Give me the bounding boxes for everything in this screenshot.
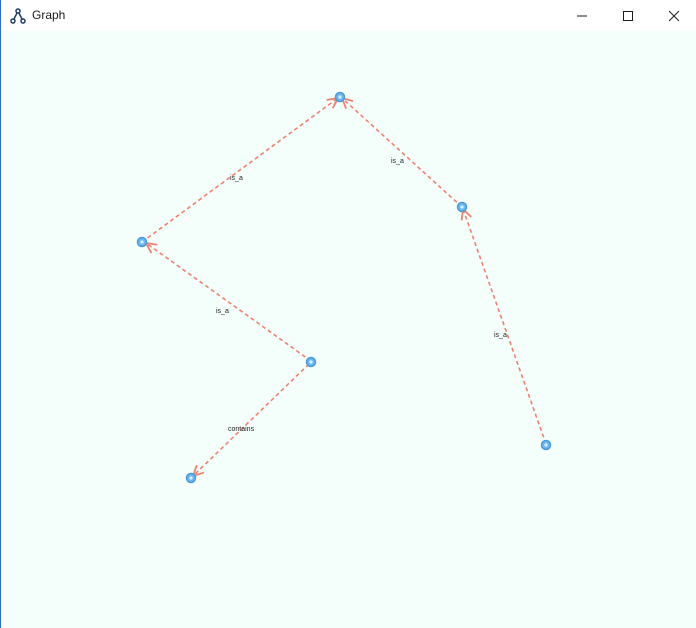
node-highlight [140,240,144,244]
graph-drawing[interactable]: is_a is_a is_a is_a contains [1,31,696,628]
graph-edge[interactable] [146,243,312,362]
node-highlight [544,443,548,447]
edge-label: is_a [494,332,507,339]
minimize-icon [577,15,587,16]
minimize-button[interactable] [559,0,605,31]
graph-edge[interactable] [141,98,338,243]
edge-label: is_a [216,308,229,315]
graph-edge[interactable] [342,98,463,208]
title-bar[interactable]: Graph [1,0,696,31]
node-highlight [309,360,313,364]
edge-label: is_a [230,175,243,182]
node-highlight [460,205,464,209]
close-button[interactable] [651,0,696,31]
graph-edge[interactable] [193,363,310,476]
edge-label: is_a [391,158,404,165]
window-title: Graph [32,8,66,22]
graph-edge[interactable] [463,209,547,445]
node-highlight [338,95,342,99]
maximize-icon [623,10,633,21]
graph-canvas[interactable]: is_a is_a is_a is_a contains [1,31,696,628]
close-icon [668,10,680,21]
graph-hierarchy-icon [10,8,26,24]
node-highlight [189,476,193,480]
graph-window: Graph is_a is_a is_a is_a contains [0,0,696,628]
edge-label: contains [228,426,255,433]
maximize-button[interactable] [605,0,651,31]
